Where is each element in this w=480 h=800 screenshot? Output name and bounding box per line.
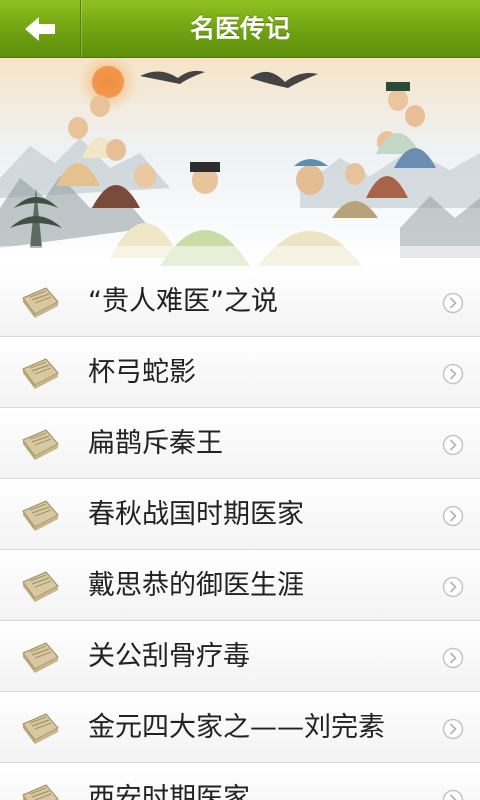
chevron-right-circle-icon bbox=[442, 647, 464, 669]
list-item-label: 戴思恭的御医生涯 bbox=[88, 570, 304, 601]
chevron-right-circle-icon bbox=[442, 576, 464, 598]
list-item-label: 关公刮骨疗毒 bbox=[88, 641, 250, 672]
back-button[interactable] bbox=[0, 0, 81, 57]
book-icon bbox=[22, 784, 59, 800]
list-item[interactable]: 春秋战国时期医家 bbox=[0, 479, 480, 550]
arrow-left-icon bbox=[25, 16, 55, 41]
list-item-label: 扁鹊斥秦王 bbox=[88, 428, 223, 459]
book-icon bbox=[22, 358, 59, 389]
list-item-label: 西安时期医家 bbox=[88, 783, 250, 800]
book-icon bbox=[22, 713, 59, 744]
list-item-label: “贵人难医”之说 bbox=[88, 286, 278, 317]
header-bar: 名医传记 bbox=[0, 0, 480, 58]
book-icon bbox=[22, 500, 59, 531]
list-item[interactable]: 金元四大家之——刘完素 bbox=[0, 692, 480, 763]
book-icon bbox=[22, 429, 59, 460]
list-item-label: 杯弓蛇影 bbox=[88, 357, 196, 388]
chevron-right-circle-icon bbox=[442, 718, 464, 740]
list-item[interactable]: 杯弓蛇影 bbox=[0, 337, 480, 408]
list-item[interactable]: “贵人难医”之说 bbox=[0, 266, 480, 337]
list-item[interactable]: 扁鹊斥秦王 bbox=[0, 408, 480, 479]
chevron-right-circle-icon bbox=[442, 363, 464, 385]
book-icon bbox=[22, 287, 59, 318]
book-icon bbox=[22, 571, 59, 602]
chevron-right-circle-icon bbox=[442, 789, 464, 800]
book-icon bbox=[22, 642, 59, 673]
list-item-label: 春秋战国时期医家 bbox=[88, 499, 304, 530]
biography-list: “贵人难医”之说 杯弓蛇影扁鹊斥秦王春秋战国时期医家 戴思恭的御医生涯 关公刮骨疗毒金… bbox=[0, 266, 480, 800]
list-item-label: 金元四大家之——刘完素 bbox=[88, 712, 385, 743]
list-item[interactable]: 戴思恭的御医生涯 bbox=[0, 550, 480, 621]
chevron-right-circle-icon bbox=[442, 505, 464, 527]
chevron-right-circle-icon bbox=[442, 292, 464, 314]
list-item[interactable]: 关公刮骨疗毒 bbox=[0, 621, 480, 692]
list-item[interactable]: 西安时期医家 bbox=[0, 763, 480, 800]
ancient-physicians-illustration bbox=[0, 58, 480, 266]
chevron-right-circle-icon bbox=[442, 434, 464, 456]
banner-image bbox=[0, 58, 480, 266]
